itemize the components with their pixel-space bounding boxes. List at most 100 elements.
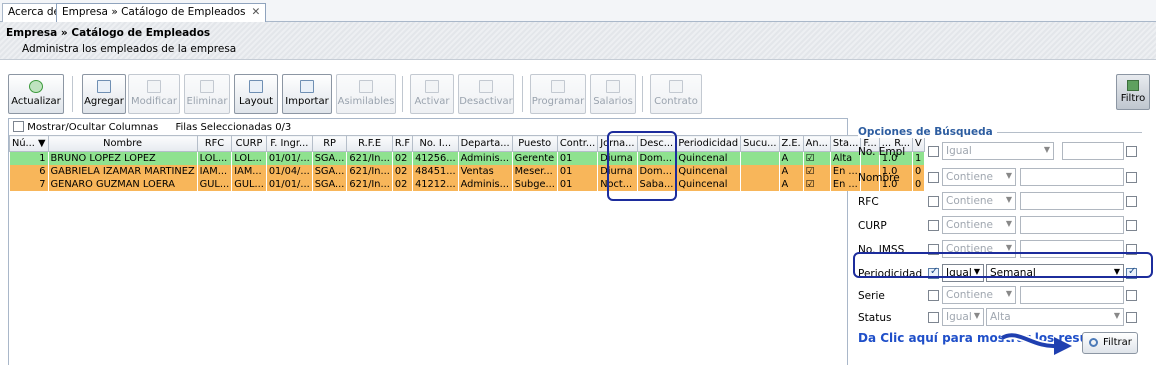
toggle-columns-checkbox[interactable]	[13, 121, 24, 132]
selected-rows-label: Filas Seleccionadas 0/3	[175, 122, 292, 133]
search-enable-checkbox[interactable]	[928, 146, 939, 157]
chevron-down-icon: ▼	[1005, 289, 1012, 298]
search-panel: Opciones de Búsqueda No. Empl Igual ▼ Nombr…	[850, 118, 1156, 365]
search-value-input[interactable]	[1020, 168, 1124, 186]
search-include-checkbox[interactable]	[1126, 146, 1137, 157]
column-header[interactable]: Z.E.	[778, 135, 804, 152]
table-cell: 48451...	[412, 164, 459, 178]
operator-value: Contiene	[946, 219, 994, 231]
search-operator-select[interactable]: Contiene ▼	[942, 216, 1016, 234]
search-enable-checkbox[interactable]	[928, 196, 939, 207]
chevron-down-icon: ▼	[1005, 195, 1012, 204]
table-cell: Gerente	[512, 151, 558, 165]
column-header[interactable]: Contr...	[556, 135, 599, 152]
arrow-icon	[359, 80, 373, 93]
search-value-input[interactable]	[1020, 192, 1124, 210]
desactivar-button[interactable]: Desactivar	[458, 74, 514, 114]
search-operator-select[interactable]: Igual ▼	[942, 142, 1054, 160]
close-icon[interactable]: ✕	[252, 6, 261, 18]
button-label: Activar	[414, 96, 450, 107]
button-label: Layout	[239, 96, 273, 107]
search-enable-checkbox[interactable]	[928, 172, 939, 183]
table-cell: BRUNO LOPEZ LOPEZ	[48, 151, 198, 165]
column-header[interactable]: No. I...	[412, 135, 459, 152]
search-operator-select[interactable]: Igual ▼	[942, 308, 984, 326]
column-header[interactable]: An...	[802, 135, 831, 152]
search-include-checkbox[interactable]	[1126, 172, 1137, 183]
search-include-checkbox[interactable]	[1126, 196, 1137, 207]
search-operator-select[interactable]: Contiene ▼	[942, 192, 1016, 210]
search-value-select[interactable]: Alta ▼	[986, 308, 1124, 326]
operator-value: Contiene	[946, 195, 994, 207]
modificar-button[interactable]: Modificar	[128, 74, 180, 114]
column-header[interactable]: Puesto	[511, 135, 558, 152]
contrato-button[interactable]: Contrato	[650, 74, 702, 114]
chevron-down-icon: ▼	[1005, 243, 1012, 252]
actualizar-button[interactable]: Actualizar	[8, 74, 64, 114]
table-cell: Quincenal	[675, 177, 742, 191]
programar-button[interactable]: Programar	[530, 74, 586, 114]
column-header[interactable]: RP	[311, 135, 348, 152]
filtro-button[interactable]: Filtro	[1116, 74, 1150, 110]
eliminar-button[interactable]: Eliminar	[184, 74, 230, 114]
table-cell: Quincenal	[675, 151, 742, 165]
search-include-checkbox[interactable]	[1126, 312, 1137, 323]
table-cell	[740, 177, 780, 191]
asimilables-button[interactable]: Asimilables	[336, 74, 396, 114]
table-cell: 621/In...	[346, 177, 393, 191]
button-label: Filtro	[1120, 93, 1146, 104]
activar-button[interactable]: Activar	[410, 74, 454, 114]
search-value-input[interactable]	[1020, 286, 1124, 304]
table-cell: 41212...	[412, 177, 459, 191]
search-enable-checkbox[interactable]	[928, 220, 939, 231]
column-header[interactable]: Periodicidad	[675, 135, 742, 152]
column-header[interactable]: Nú... ▼	[9, 135, 49, 152]
filtrar-button[interactable]: Filtrar	[1082, 332, 1138, 354]
salary-icon	[606, 80, 620, 93]
table-cell: Meser...	[512, 164, 558, 178]
page-title: Empresa » Catálogo de Empleados	[6, 27, 211, 39]
search-field-label: Nombre	[858, 172, 900, 184]
search-value-input[interactable]	[1020, 216, 1124, 234]
table-row[interactable]: 7 GENARO GUZMAN LOERA GUL... GUL... 01/01/..…	[9, 177, 925, 191]
agregar-button[interactable]: Agregar	[82, 74, 126, 114]
salarios-button[interactable]: Salarios	[590, 74, 636, 114]
tab-label: Empresa » Catálogo de Empleados	[62, 6, 246, 18]
layout-button[interactable]: Layout	[234, 74, 278, 114]
column-header[interactable]: Departa...	[457, 135, 513, 152]
table-cell: ☑	[803, 164, 831, 178]
toolbar: Actualizar Agregar Modificar Eliminar La…	[4, 72, 1154, 118]
column-header[interactable]: RFC	[196, 135, 233, 152]
table-cell: ☑	[803, 151, 831, 165]
table-cell: GENARO GUZMAN LOERA	[48, 177, 198, 191]
search-value-input[interactable]	[1062, 142, 1124, 160]
page-subtitle: Administra los empleados de la empresa	[22, 43, 237, 55]
chevron-down-icon: ▼	[1043, 145, 1050, 154]
table-cell: 01/01/...	[266, 177, 313, 191]
search-enable-checkbox[interactable]	[928, 312, 939, 323]
importar-button[interactable]: Importar	[282, 74, 332, 114]
search-operator-select[interactable]: Contiene ▼	[942, 286, 1016, 304]
search-include-checkbox[interactable]	[1126, 220, 1137, 231]
chevron-down-icon: ▼	[973, 311, 980, 320]
table-row[interactable]: 6 GABRIELA IZAMAR MARTINEZ IAM... IAM... 01/…	[9, 164, 925, 178]
operator-value: Contiene	[946, 289, 994, 301]
table-cell: Subge...	[512, 177, 558, 191]
table-cell	[740, 164, 780, 178]
table-cell: 621/In...	[346, 151, 393, 165]
search-operator-select[interactable]: Contiene ▼	[942, 168, 1016, 186]
table-cell: Adminis...	[458, 151, 513, 165]
search-include-checkbox[interactable]	[1126, 290, 1137, 301]
column-header[interactable]: R.F	[391, 135, 414, 152]
table-cell: ☑	[803, 177, 831, 191]
table-row[interactable]: 1 BRUNO LOPEZ LOPEZ LOL... LOL... 01/01/... S…	[9, 151, 925, 165]
column-header[interactable]: Nombre	[47, 135, 198, 152]
column-header[interactable]: F. Ingr...	[265, 135, 313, 152]
search-enable-checkbox[interactable]	[928, 290, 939, 301]
column-header[interactable]: Sucu...	[740, 135, 780, 152]
tab-catalogo[interactable]: Empresa » Catálogo de Empleados ✕	[56, 3, 267, 22]
separator	[522, 76, 523, 112]
table-cell: 01	[557, 177, 599, 191]
column-header[interactable]: CURP	[231, 135, 267, 152]
column-header[interactable]: R.F.E	[346, 135, 393, 152]
